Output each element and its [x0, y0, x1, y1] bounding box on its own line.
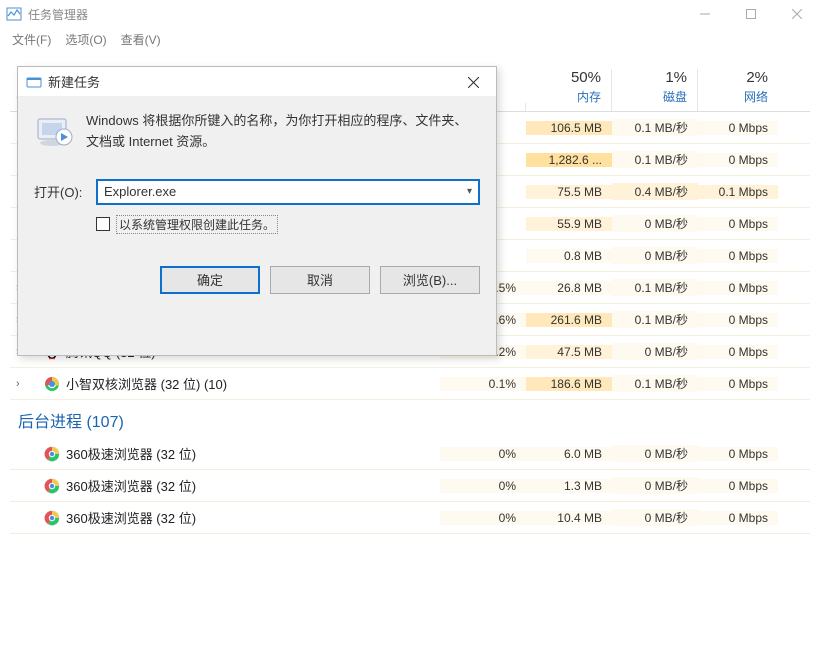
admin-checkbox-label[interactable]: 以系统管理权限创建此任务。 [116, 215, 278, 234]
disk-cell: 0.1 MB/秒 [612, 375, 698, 392]
table-row[interactable]: 360极速浏览器 (32 位) 0%10.4 MB0 MB/秒0 Mbps [10, 502, 810, 534]
memory-cell: 186.6 MB [526, 377, 612, 391]
memory-cell: 75.5 MB [526, 185, 612, 199]
name-cell: 360极速浏览器 (32 位) [10, 444, 440, 463]
minimize-button[interactable] [682, 0, 728, 28]
maximize-button[interactable] [728, 0, 774, 28]
col-memory[interactable]: 50% 内存 [526, 69, 612, 111]
admin-checkbox[interactable] [96, 217, 110, 231]
network-cell: 0 Mbps [698, 217, 778, 231]
dialog-close-button[interactable] [450, 67, 496, 97]
memory-cell: 261.6 MB [526, 313, 612, 327]
name-cell: › 小智双核浏览器 (32 位) (10) [10, 374, 440, 393]
run-icon [26, 74, 42, 90]
open-combobox[interactable]: Explorer.exe ▾ [96, 179, 480, 205]
window-controls [682, 0, 820, 28]
360-icon [44, 478, 60, 494]
network-cell: 0 Mbps [698, 121, 778, 135]
col-disk[interactable]: 1% 磁盘 [612, 69, 698, 111]
chevron-down-icon[interactable]: ▾ [467, 186, 472, 197]
col-network[interactable]: 2% 网络 [698, 69, 778, 111]
network-cell: 0 Mbps [698, 313, 778, 327]
table-row[interactable]: 360极速浏览器 (32 位) 0%1.3 MB0 MB/秒0 Mbps [10, 470, 810, 502]
menu-view[interactable]: 查看(V) [121, 31, 161, 48]
open-value: Explorer.exe [104, 184, 467, 199]
disk-cell: 0 MB/秒 [612, 445, 698, 462]
memory-cell: 10.4 MB [526, 511, 612, 525]
memory-cell: 1.3 MB [526, 479, 612, 493]
memory-cell: 0.8 MB [526, 249, 612, 263]
network-cell: 0 Mbps [698, 281, 778, 295]
disk-cell: 0.1 MB/秒 [612, 311, 698, 328]
disk-cell: 0 MB/秒 [612, 215, 698, 232]
network-cell: 0 Mbps [698, 249, 778, 263]
open-label: 打开(O): [34, 182, 88, 201]
memory-cell: 1,282.6 ... [526, 153, 612, 167]
process-name: 小智双核浏览器 (32 位) (10) [66, 374, 227, 393]
cancel-button[interactable]: 取消 [270, 266, 370, 294]
menu-options[interactable]: 选项(O) [65, 31, 106, 48]
menu-file[interactable]: 文件(F) [12, 31, 51, 48]
process-name: 360极速浏览器 (32 位) [66, 444, 196, 463]
name-cell: 360极速浏览器 (32 位) [10, 476, 440, 495]
window-title: 任务管理器 [28, 6, 88, 23]
background-section: 360极速浏览器 (32 位)0%6.0 MB0 MB/秒0 Mbps360极速… [10, 438, 810, 534]
disk-cell: 0.1 MB/秒 [612, 279, 698, 296]
cpu-cell: 0.1% [440, 377, 526, 391]
taskmgr-icon [6, 6, 22, 22]
disk-cell: 0.1 MB/秒 [612, 151, 698, 168]
360-icon [44, 510, 60, 526]
run-big-icon [34, 111, 74, 151]
memory-cell: 55.9 MB [526, 217, 612, 231]
memory-cell: 106.5 MB [526, 121, 612, 135]
menu-bar: 文件(F) 选项(O) 查看(V) [0, 28, 820, 50]
close-button[interactable] [774, 0, 820, 28]
expand-chevron-icon[interactable]: › [16, 378, 30, 390]
memory-cell: 26.8 MB [526, 281, 612, 295]
360-icon [44, 446, 60, 462]
disk-cell: 0.4 MB/秒 [612, 183, 698, 200]
network-cell: 0 Mbps [698, 511, 778, 525]
dialog-title: 新建任务 [48, 72, 100, 91]
browser-icon [44, 376, 60, 392]
cpu-cell: 0% [440, 479, 526, 493]
network-cell: 0 Mbps [698, 479, 778, 493]
disk-cell: 0.1 MB/秒 [612, 119, 698, 136]
background-group-title[interactable]: 后台进程 (107) [10, 400, 810, 438]
dialog-title-bar[interactable]: 新建任务 [18, 67, 496, 97]
process-name: 360极速浏览器 (32 位) [66, 476, 196, 495]
network-cell: 0 Mbps [698, 377, 778, 391]
table-row[interactable]: › 小智双核浏览器 (32 位) (10) 0.1%186.6 MB0.1 MB/秒… [10, 368, 810, 400]
ok-button[interactable]: 确定 [160, 266, 260, 294]
disk-cell: 0 MB/秒 [612, 343, 698, 360]
new-task-dialog: 新建任务 Windows 将根据你所键入的名称，为你打开相应的程序、文件夹、文档… [17, 66, 497, 356]
dialog-message: Windows 将根据你所键入的名称，为你打开相应的程序、文件夹、文档或 Int… [86, 111, 480, 153]
network-cell: 0 Mbps [698, 447, 778, 461]
title-bar[interactable]: 任务管理器 [0, 0, 820, 28]
network-cell: 0 Mbps [698, 345, 778, 359]
dialog-body: Windows 将根据你所键入的名称，为你打开相应的程序、文件夹、文档或 Int… [18, 97, 496, 306]
network-cell: 0.1 Mbps [698, 185, 778, 199]
network-cell: 0 Mbps [698, 153, 778, 167]
cpu-cell: 0% [440, 447, 526, 461]
memory-cell: 47.5 MB [526, 345, 612, 359]
process-name: 360极速浏览器 (32 位) [66, 508, 196, 527]
disk-cell: 0 MB/秒 [612, 247, 698, 264]
memory-cell: 6.0 MB [526, 447, 612, 461]
cpu-cell: 0% [440, 511, 526, 525]
table-row[interactable]: 360极速浏览器 (32 位) 0%6.0 MB0 MB/秒0 Mbps [10, 438, 810, 470]
name-cell: 360极速浏览器 (32 位) [10, 508, 440, 527]
disk-cell: 0 MB/秒 [612, 509, 698, 526]
disk-cell: 0 MB/秒 [612, 477, 698, 494]
browse-button[interactable]: 浏览(B)... [380, 266, 480, 294]
